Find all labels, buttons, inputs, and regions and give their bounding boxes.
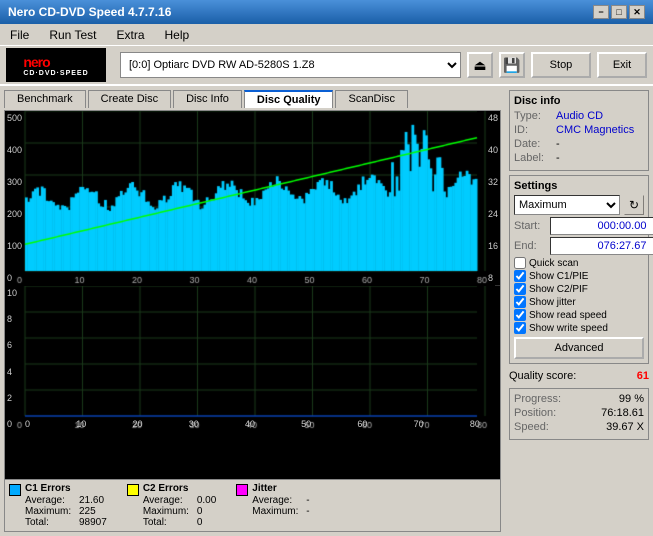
jitter-legend-text: Jitter Average: - Maximum: - (252, 483, 309, 517)
disc-date-value: - (556, 138, 560, 150)
position-value: 76:18.61 (601, 407, 644, 419)
menu-bar: File Run Test Extra Help (0, 24, 653, 46)
show-c2-row: Show C2/PIF (514, 283, 644, 295)
speed-select[interactable]: Maximum (514, 195, 620, 215)
left-panel: Benchmark Create Disc Disc Info Disc Qua… (0, 86, 505, 536)
speed-value: 39.67 X (606, 421, 644, 433)
progress-row: Progress: 99 % (514, 393, 644, 405)
advanced-button[interactable]: Advanced (514, 337, 644, 359)
show-c1-label: Show C1/PIE (529, 271, 588, 282)
close-button[interactable]: ✕ (629, 5, 645, 19)
show-write-speed-checkbox[interactable] (514, 322, 526, 334)
y-axis-right-upper: 48403224168 (488, 111, 498, 285)
start-label: Start: (514, 220, 546, 232)
start-row: Start: (514, 217, 644, 235)
lower-chart-canvas (5, 286, 495, 431)
tab-disc-info[interactable]: Disc Info (173, 90, 242, 108)
disc-date-row: Date: - (514, 138, 644, 150)
show-write-speed-label: Show write speed (529, 323, 608, 334)
quality-score-row: Quality score: 61 (509, 368, 649, 384)
disc-id-row: ID: CMC Magnetics (514, 124, 644, 136)
quick-scan-checkbox[interactable] (514, 257, 526, 269)
end-label: End: (514, 240, 546, 252)
disc-info-box: Disc info Type: Audio CD ID: CMC Magneti… (509, 90, 649, 171)
end-row: End: (514, 237, 644, 255)
c1-color (9, 484, 21, 496)
disc-label-row: Label: - (514, 152, 644, 164)
quick-scan-label: Quick scan (529, 258, 578, 269)
right-panel: Disc info Type: Audio CD ID: CMC Magneti… (505, 86, 653, 536)
progress-value: 99 % (619, 393, 644, 405)
disc-info-title: Disc info (514, 95, 644, 107)
show-jitter-row: Show jitter (514, 296, 644, 308)
menu-help[interactable]: Help (159, 26, 196, 44)
toolbar: nero CD·DVD·SPEED [0:0] Optiarc DVD RW A… (0, 46, 653, 86)
menu-extra[interactable]: Extra (110, 26, 150, 44)
position-label: Position: (514, 407, 556, 419)
disc-label-value: - (556, 152, 560, 164)
settings-title: Settings (514, 180, 644, 192)
drive-select[interactable]: [0:0] Optiarc DVD RW AD-5280S 1.Z8 (120, 52, 461, 78)
c2-color (127, 484, 139, 496)
legend-c2: C2 Errors Average: 0.00 Maximum: 0 Total… (127, 483, 216, 528)
minimize-button[interactable]: − (593, 5, 609, 19)
speed-label: Speed: (514, 421, 549, 433)
menu-file[interactable]: File (4, 26, 35, 44)
legend-c1: C1 Errors Average: 21.60 Maximum: 225 To… (9, 483, 107, 528)
eject-icon-button[interactable]: ⏏ (467, 52, 493, 78)
disc-type-value: Audio CD (556, 110, 603, 122)
x-axis-lower: 01020304050607080 (25, 419, 480, 429)
position-row: Position: 76:18.61 (514, 407, 644, 419)
maximize-button[interactable]: □ (611, 5, 627, 19)
start-input[interactable] (550, 217, 653, 235)
quality-score-label: Quality score: (509, 370, 576, 382)
show-c2-checkbox[interactable] (514, 283, 526, 295)
settings-box: Settings Maximum ↻ Start: End: Quick sca… (509, 175, 649, 364)
tab-create-disc[interactable]: Create Disc (88, 90, 171, 108)
c2-legend-text: C2 Errors Average: 0.00 Maximum: 0 Total… (143, 483, 216, 528)
chart-container: 5004003002001000 48403224168 1086420 010… (4, 110, 501, 480)
refresh-button[interactable]: ↻ (624, 195, 644, 215)
menu-run-test[interactable]: Run Test (43, 26, 102, 44)
show-read-speed-checkbox[interactable] (514, 309, 526, 321)
upper-chart-canvas (5, 111, 495, 286)
main-content: Benchmark Create Disc Disc Info Disc Qua… (0, 86, 653, 536)
show-jitter-checkbox[interactable] (514, 296, 526, 308)
y-axis-left-lower: 1086420 (7, 286, 17, 431)
tab-benchmark[interactable]: Benchmark (4, 90, 86, 108)
title-bar-controls: − □ ✕ (593, 5, 645, 19)
legend-jitter: Jitter Average: - Maximum: - (236, 483, 309, 528)
progress-box: Progress: 99 % Position: 76:18.61 Speed:… (509, 388, 649, 440)
quick-scan-row: Quick scan (514, 257, 644, 269)
title-bar-text: Nero CD-DVD Speed 4.7.7.16 (8, 5, 171, 19)
speed-row: Maximum ↻ (514, 195, 644, 215)
show-jitter-label: Show jitter (529, 297, 576, 308)
disc-type-row: Type: Audio CD (514, 110, 644, 122)
save-icon-button[interactable]: 💾 (499, 52, 525, 78)
nero-logo: nero CD·DVD·SPEED (6, 48, 106, 82)
c1-legend-text: C1 Errors Average: 21.60 Maximum: 225 To… (25, 483, 107, 528)
speed-row: Speed: 39.67 X (514, 421, 644, 433)
show-c1-checkbox[interactable] (514, 270, 526, 282)
quality-score-value: 61 (637, 370, 649, 382)
end-input[interactable] (550, 237, 653, 255)
show-read-speed-row: Show read speed (514, 309, 644, 321)
tab-disc-quality[interactable]: Disc Quality (244, 90, 334, 108)
show-c2-label: Show C2/PIF (529, 284, 588, 295)
tabs: Benchmark Create Disc Disc Info Disc Qua… (4, 90, 501, 108)
title-bar: Nero CD-DVD Speed 4.7.7.16 − □ ✕ (0, 0, 653, 24)
progress-label: Progress: (514, 393, 561, 405)
upper-chart: 5004003002001000 48403224168 (5, 111, 500, 286)
exit-button[interactable]: Exit (597, 52, 647, 78)
y-axis-left-upper: 5004003002001000 (7, 111, 22, 285)
stop-button[interactable]: Stop (531, 52, 591, 78)
lower-chart: 1086420 01020304050607080 (5, 286, 500, 431)
show-write-speed-row: Show write speed (514, 322, 644, 334)
disc-id-value: CMC Magnetics (556, 124, 634, 136)
show-c1-row: Show C1/PIE (514, 270, 644, 282)
jitter-color (236, 484, 248, 496)
show-read-speed-label: Show read speed (529, 310, 607, 321)
tab-scan-disc[interactable]: ScanDisc (335, 90, 407, 108)
legend: C1 Errors Average: 21.60 Maximum: 225 To… (4, 480, 501, 532)
